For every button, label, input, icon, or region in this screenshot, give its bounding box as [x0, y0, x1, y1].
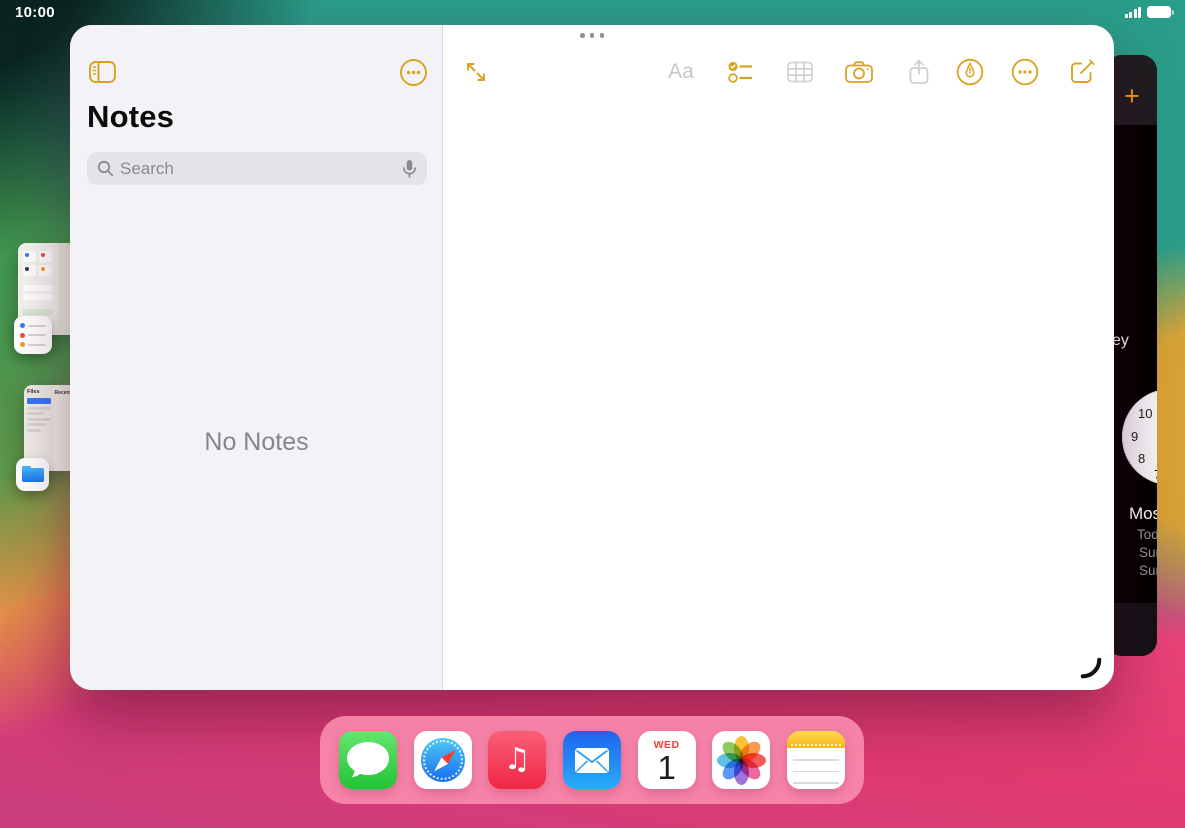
page-title: Notes: [87, 99, 174, 135]
sidebar-toggle-button[interactable]: [88, 59, 117, 90]
world-clock-city-truncated: ey: [1112, 332, 1129, 350]
clock-detail-sunset: Sur: [1139, 563, 1157, 578]
notes-icon-band: [787, 731, 845, 748]
messages-bubble-icon: [339, 731, 397, 789]
envelope-icon: [574, 747, 610, 774]
window-drag-handle[interactable]: [580, 33, 604, 38]
ellipsis-circle-icon: [399, 58, 428, 87]
notes-icon-lines: [793, 759, 839, 789]
music-note-icon: ♫: [504, 745, 531, 775]
folder-icon: [22, 468, 44, 482]
status-bar: 10:00: [0, 0, 1185, 24]
camera-icon: [845, 60, 874, 85]
clock-detail-sunrise: Sur: [1139, 545, 1157, 560]
clock-number: 8: [1138, 451, 1145, 466]
camera-button[interactable]: [845, 60, 874, 85]
dock-app-photos[interactable]: [712, 731, 770, 789]
clock-number: 7: [1154, 467, 1157, 482]
empty-state-label: No Notes: [70, 428, 443, 457]
dock-app-calendar[interactable]: WED 1: [638, 731, 696, 789]
reminders-thumb-tiles: [23, 251, 53, 276]
compass-needle-icon: [417, 737, 469, 789]
files-thumb-title: Files: [27, 389, 51, 395]
share-button[interactable]: [908, 59, 930, 86]
add-city-button[interactable]: +: [1124, 83, 1140, 110]
compose-icon: [1069, 59, 1096, 86]
calendar-day: 1: [638, 751, 696, 786]
compose-note-button[interactable]: [1069, 59, 1096, 86]
dictation-mic-icon: [402, 159, 417, 179]
world-clock-city: Mos: [1129, 504, 1157, 524]
checklist-icon: [727, 59, 754, 86]
sidebar-more-button[interactable]: [399, 58, 428, 92]
window-resize-handle[interactable]: [1080, 657, 1102, 684]
search-field[interactable]: [87, 152, 427, 185]
clock-detail-today: Tod: [1137, 527, 1157, 542]
share-icon: [908, 59, 930, 86]
files-app-icon[interactable]: [16, 458, 49, 491]
dock-app-music[interactable]: ♫: [488, 731, 546, 789]
format-button[interactable]: Aa: [668, 60, 694, 84]
notes-window: Notes No Notes Aa: [70, 25, 1114, 690]
insert-table-button[interactable]: [787, 60, 814, 84]
notes-sidebar: Notes No Notes: [70, 25, 443, 690]
dock-app-messages[interactable]: [339, 731, 397, 789]
expand-window-button[interactable]: [464, 60, 489, 85]
cellular-signal-icon: [1125, 7, 1142, 18]
resize-arc-icon: [1080, 657, 1102, 679]
reminders-app-icon[interactable]: [14, 316, 52, 354]
table-icon: [787, 60, 814, 84]
dock-app-mail[interactable]: [563, 731, 621, 789]
clock-number: 10: [1138, 406, 1152, 421]
sidebar-toggle-icon: [88, 59, 117, 85]
markup-button[interactable]: [956, 58, 984, 86]
ellipsis-circle-icon: [1011, 58, 1039, 86]
dock: ♫ WED 1: [320, 716, 864, 804]
battery-icon: [1147, 6, 1171, 18]
ipad-screen: 10:00 Files: [0, 0, 1185, 828]
analog-clock-widget: 11 10 9 8 7: [1122, 389, 1157, 485]
markup-pen-icon: [956, 58, 984, 86]
expand-arrows-icon: [464, 60, 489, 85]
search-icon: [97, 160, 114, 177]
dock-app-safari[interactable]: [414, 731, 472, 789]
status-time: 10:00: [15, 4, 55, 21]
more-options-button[interactable]: [1011, 58, 1039, 86]
search-input[interactable]: [120, 159, 396, 179]
dock-app-notes[interactable]: [787, 731, 845, 789]
clock-number: 9: [1131, 429, 1138, 444]
checklist-button[interactable]: [727, 59, 754, 86]
